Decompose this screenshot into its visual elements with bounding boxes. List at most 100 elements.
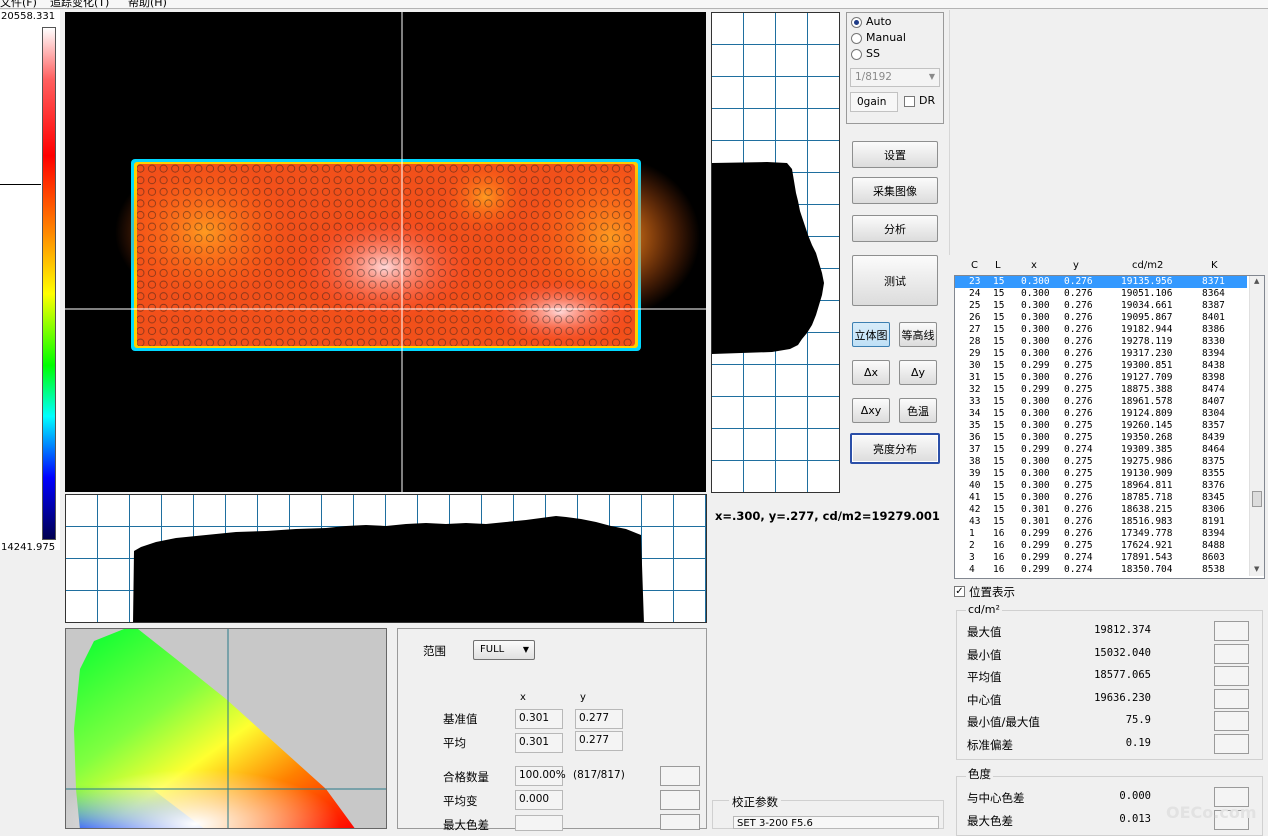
table-cell: 19135.956: [1121, 276, 1173, 287]
table-cell: 15: [993, 324, 1005, 335]
dr-checkbox[interactable]: [904, 96, 915, 107]
delta-y-button[interactable]: Δy: [899, 360, 937, 385]
table-cell: 42: [969, 504, 981, 515]
gain-field[interactable]: 0gain: [850, 92, 898, 112]
mode-auto-label[interactable]: Auto: [866, 15, 892, 28]
table-cell: 19127.709: [1121, 372, 1173, 383]
avg-change-label: 平均变: [443, 794, 478, 808]
table-row[interactable]: 34 15 0.300 0.276 19124.809 8304: [955, 408, 1247, 420]
table-cell: 0.276: [1064, 396, 1093, 407]
table-row[interactable]: 32 15 0.299 0.275 18875.388 8474: [955, 384, 1247, 396]
colorbar-panel: 20558.331 14241.975: [0, 10, 60, 553]
max-diff-label: 最大色差: [443, 818, 489, 832]
table-cell: 0.275: [1064, 540, 1093, 551]
list-scrollbar[interactable]: ▲ ▼: [1249, 276, 1264, 576]
table-row[interactable]: 3 16 0.299 0.274 17891.543 8603: [955, 552, 1247, 564]
table-cell: 8355: [1202, 468, 1225, 479]
vertical-profile-fill: [712, 162, 824, 354]
stat-label: 最小值/最大值: [967, 715, 1040, 730]
measure-button[interactable]: 测试: [852, 255, 938, 306]
dr-label[interactable]: DR: [919, 94, 935, 107]
table-cell: 15: [993, 348, 1005, 359]
menu-file[interactable]: 文件(F): [0, 0, 37, 8]
table-row[interactable]: 35 15 0.300 0.275 19260.145 8357: [955, 420, 1247, 432]
table-cell: 18964.811: [1121, 480, 1173, 491]
table-cell: 39: [969, 468, 981, 479]
table-cell: 15: [993, 276, 1005, 287]
table-cell: 17624.921: [1121, 540, 1173, 551]
scroll-down-icon[interactable]: ▼: [1254, 565, 1259, 573]
mode-manual-radio[interactable]: [851, 33, 862, 44]
delta-xy-button[interactable]: Δxy: [852, 398, 890, 423]
table-cell: 19350.268: [1121, 432, 1173, 443]
range-select[interactable]: FULL ▼: [473, 640, 535, 660]
table-row[interactable]: 40 15 0.300 0.275 18964.811 8376: [955, 480, 1247, 492]
position-display-checkbox[interactable]: ✓: [954, 586, 965, 597]
table-row[interactable]: 2 16 0.299 0.275 17624.921 8488: [955, 540, 1247, 552]
3d-view-button[interactable]: 立体图: [852, 322, 890, 347]
analyze-button[interactable]: 分析: [852, 215, 938, 242]
shutter-select[interactable]: 1/8192 ▼: [850, 68, 940, 87]
table-cell: 2: [969, 540, 975, 551]
table-row[interactable]: 27 15 0.300 0.276 19182.944 8386: [955, 324, 1247, 336]
table-row[interactable]: 36 15 0.300 0.275 19350.268 8439: [955, 432, 1247, 444]
stat-indicator: [1214, 621, 1249, 641]
table-cell: 0.276: [1064, 288, 1093, 299]
table-row[interactable]: 38 15 0.300 0.275 19275.986 8375: [955, 456, 1247, 468]
table-cell: 43: [969, 516, 981, 527]
color-temp-button[interactable]: 色温: [899, 398, 937, 423]
luminance-dist-button[interactable]: 亮度分布: [850, 433, 940, 464]
table-row[interactable]: 43 15 0.301 0.276 18516.983 8191: [955, 516, 1247, 528]
table-cell: 19260.145: [1121, 420, 1173, 431]
mode-auto-radio[interactable]: [851, 17, 862, 28]
table-row[interactable]: 30 15 0.299 0.275 19300.851 8438: [955, 360, 1247, 372]
table-cell: 0.300: [1021, 312, 1050, 323]
table-row[interactable]: 1 16 0.299 0.276 17349.778 8394: [955, 528, 1247, 540]
table-row[interactable]: 41 15 0.300 0.276 18785.718 8345: [955, 492, 1247, 504]
capture-button[interactable]: 采集图像: [852, 177, 938, 204]
scroll-up-icon[interactable]: ▲: [1254, 277, 1259, 285]
position-display-label[interactable]: 位置表示: [969, 584, 1015, 600]
table-cell: 1: [969, 528, 975, 539]
table-cell: 8330: [1202, 336, 1225, 347]
scroll-thumb[interactable]: [1252, 491, 1262, 507]
contour-button[interactable]: 等高线: [899, 322, 937, 347]
table-cell: 0.300: [1021, 432, 1050, 443]
table-cell: 15: [993, 444, 1005, 455]
table-row[interactable]: 31 15 0.300 0.276 19127.709 8398: [955, 372, 1247, 384]
table-cell: 16: [993, 540, 1005, 551]
table-row[interactable]: 23 15 0.300 0.276 19135.956 8371: [955, 276, 1247, 288]
delta-x-button[interactable]: Δx: [852, 360, 890, 385]
menu-help[interactable]: 帮助(H): [128, 0, 167, 8]
measurement-list[interactable]: 4 16 0.299 0.274 18350.704 8538 3 16 0.299 0.274 1…: [954, 275, 1265, 579]
table-row[interactable]: 37 15 0.299 0.274 19309.385 8464: [955, 444, 1247, 456]
table-row[interactable]: 4 16 0.299 0.274 18350.704 8538: [955, 564, 1247, 576]
table-row[interactable]: 42 15 0.301 0.276 18638.215 8306: [955, 504, 1247, 516]
menu-trace[interactable]: 追踪变化(T): [50, 0, 109, 8]
mode-ss-radio[interactable]: [851, 49, 862, 60]
table-row[interactable]: 25 15 0.300 0.276 19034.661 8387: [955, 300, 1247, 312]
table-row[interactable]: 28 15 0.300 0.276 19278.119 8330: [955, 336, 1247, 348]
table-cell: 0.301: [1021, 516, 1050, 527]
stat-value: 75.9: [1125, 714, 1151, 727]
table-row[interactable]: 24 15 0.300 0.276 19051.106 8364: [955, 288, 1247, 300]
table-cell: 0.276: [1064, 324, 1093, 335]
table-row[interactable]: 29 15 0.300 0.276 19317.230 8394: [955, 348, 1247, 360]
table-row[interactable]: 26 15 0.300 0.276 19095.867 8401: [955, 312, 1247, 324]
table-row[interactable]: 33 15 0.300 0.276 18961.578 8407: [955, 396, 1247, 408]
table-row[interactable]: 39 15 0.300 0.275 19130.909 8355: [955, 468, 1247, 480]
table-cell: 0.274: [1064, 564, 1093, 575]
settings-button[interactable]: 设置: [852, 141, 938, 168]
table-cell: 18516.983: [1121, 516, 1173, 527]
vertical-profile-svg: [712, 162, 824, 354]
horizontal-profile: [65, 494, 707, 623]
ref-y-field: 0.277: [575, 709, 623, 729]
mode-manual-label[interactable]: Manual: [866, 31, 906, 44]
luminance-image[interactable]: [65, 12, 706, 492]
table-cell: 0.276: [1064, 276, 1093, 287]
table-cell: 0.276: [1064, 312, 1093, 323]
table-cell: 0.276: [1064, 408, 1093, 419]
mode-ss-label[interactable]: SS: [866, 47, 880, 60]
table-cell: 0.276: [1064, 372, 1093, 383]
table-cell: 0.276: [1064, 336, 1093, 347]
